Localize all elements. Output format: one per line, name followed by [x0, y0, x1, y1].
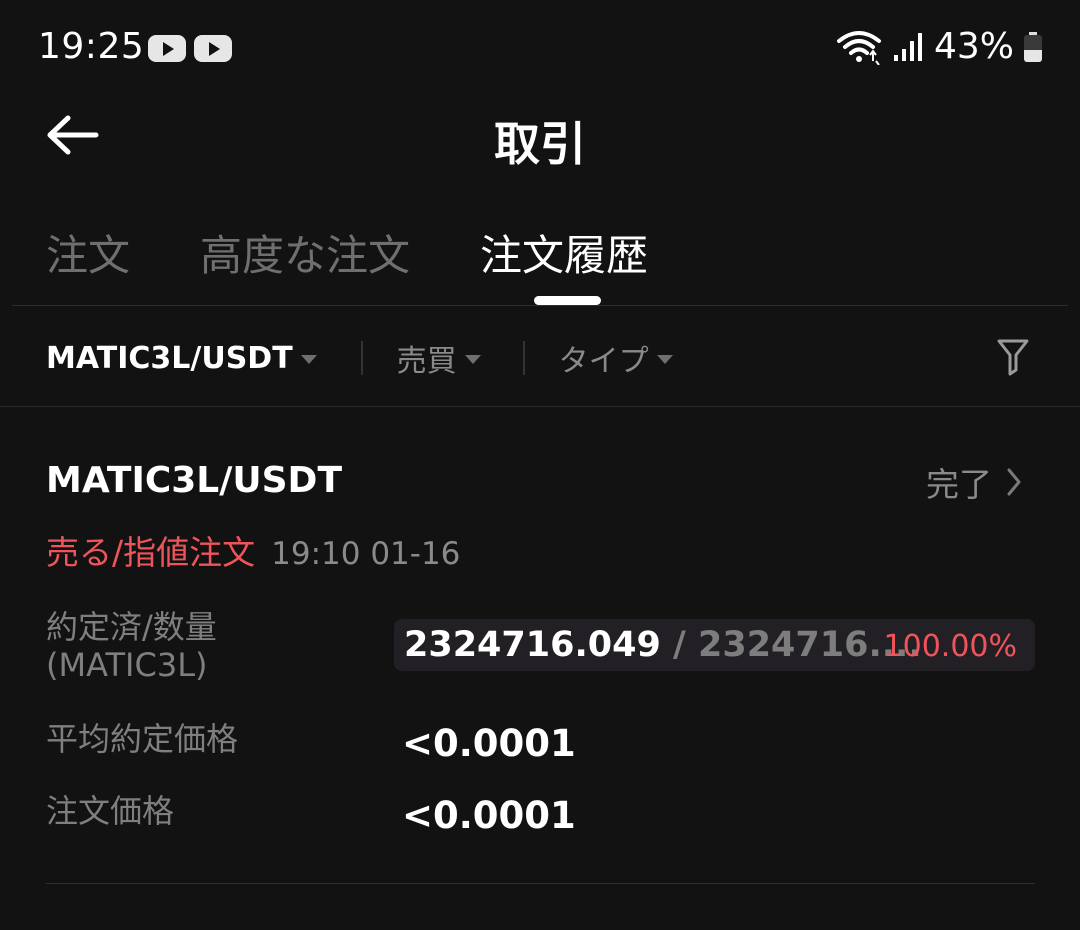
youtube-icon	[194, 35, 232, 62]
order-status: 完了	[926, 465, 992, 504]
divider	[360, 341, 363, 375]
tab-order-history[interactable]: 注文履歴	[480, 222, 648, 302]
caret-down-icon	[300, 354, 317, 364]
chevron-right-icon	[1007, 468, 1021, 496]
caret-down-icon	[464, 354, 481, 364]
status-time: 19:25	[38, 26, 145, 67]
order-price-label: 注文価格	[46, 792, 175, 830]
symbol-filter-label: MATIC3L/USDT	[46, 340, 293, 376]
quantity-separator: /	[660, 625, 698, 665]
order-pair: MATIC3L/USDT	[46, 460, 342, 501]
battery-percent: 43%	[933, 26, 1014, 67]
youtube-icon	[148, 35, 186, 62]
order-side-type: 売る/指値注文	[46, 533, 256, 572]
filter-bar: MATIC3L/USDT 売買 タイプ	[46, 330, 1036, 386]
fill-percent: 100.00%	[883, 629, 1017, 664]
divider	[12, 305, 1068, 306]
avg-price-label: 平均約定価格	[46, 720, 239, 758]
order-status-link[interactable]: 完了	[926, 458, 1022, 506]
filled-unit: (MATIC3L)	[46, 646, 208, 684]
divider	[46, 883, 1035, 884]
wifi-icon	[836, 30, 881, 65]
order-datetime: 19:10 01-16	[271, 536, 461, 572]
signal-icon	[893, 32, 922, 61]
side-filter-dropdown[interactable]: 売買	[397, 336, 481, 380]
tab-advanced-orders[interactable]: 高度な注文	[200, 222, 410, 302]
side-filter-label: 売買	[396, 344, 457, 379]
page-title: 取引	[494, 117, 586, 171]
tab-bar: 注文 高度な注文 注文履歴	[46, 222, 718, 302]
filled-quantity-label: 約定済/数量 (MATIC3L)	[46, 608, 217, 684]
filled-label: 約定済/数量	[46, 608, 217, 646]
status-bar: 19:25 43%	[0, 0, 1080, 96]
symbol-filter-dropdown[interactable]: MATIC3L/USDT	[46, 341, 317, 376]
divider	[0, 406, 1080, 407]
caret-down-icon	[656, 354, 673, 364]
order-meta: 売る/指値注文 19:10 01-16	[46, 526, 460, 574]
filled-quantity: 2324716.049 / 2324716....	[404, 625, 922, 665]
type-filter-label: タイプ	[558, 344, 649, 379]
avg-price-value: <0.0001	[402, 722, 576, 765]
filled-amount: 2324716.049	[404, 625, 661, 665]
tab-orders[interactable]: 注文	[46, 222, 130, 302]
funnel-icon[interactable]	[996, 337, 1030, 377]
order-price-value: <0.0001	[402, 794, 576, 837]
fill-progress: 2324716.049 / 2324716.... 100.00%	[394, 619, 1035, 671]
divider	[522, 341, 525, 375]
type-filter-dropdown[interactable]: タイプ	[559, 336, 673, 380]
active-tab-indicator	[534, 296, 601, 305]
battery-icon	[1024, 31, 1042, 62]
